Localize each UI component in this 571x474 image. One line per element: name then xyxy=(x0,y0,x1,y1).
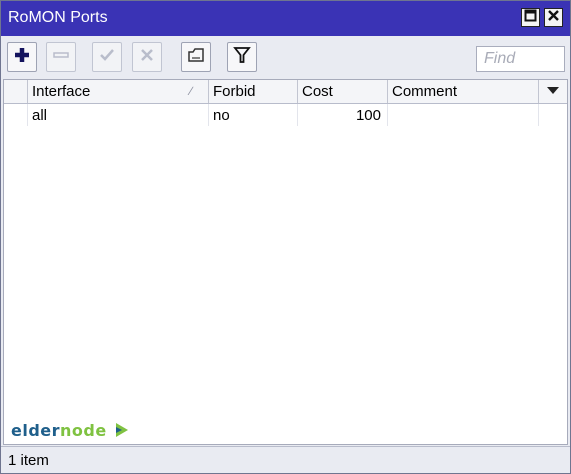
filter-button[interactable] xyxy=(227,42,257,72)
remove-button[interactable] xyxy=(46,42,76,72)
comment-button[interactable] xyxy=(181,42,211,72)
minus-icon xyxy=(52,46,70,68)
close-button[interactable] xyxy=(544,8,563,27)
enable-button[interactable] xyxy=(92,42,122,72)
maximize-icon xyxy=(524,9,537,26)
disable-button[interactable] xyxy=(132,42,162,72)
close-icon xyxy=(547,9,560,26)
ports-table[interactable]: Interface ∕ Forbid Cost Comment all no 1 xyxy=(3,79,568,445)
column-header-comment[interactable]: Comment xyxy=(388,80,539,103)
window-title: RoMON Ports xyxy=(8,9,108,26)
chevron-down-icon xyxy=(546,83,560,100)
add-button[interactable] xyxy=(7,42,37,72)
filter-icon xyxy=(233,46,251,68)
table-row[interactable]: all no 100 xyxy=(4,104,567,126)
column-header-forbid[interactable]: Forbid xyxy=(209,80,298,103)
toolbar xyxy=(1,36,570,78)
plus-icon xyxy=(13,46,31,68)
eldernode-watermark: eldernode xyxy=(11,421,129,442)
romon-ports-window: RoMON Ports Find Interface ∕ Forbid Cost… xyxy=(0,0,571,474)
maximize-button[interactable] xyxy=(521,8,540,27)
sort-indicator-icon: ∕ xyxy=(190,84,193,98)
play-logo-icon xyxy=(115,422,129,442)
column-header-cost[interactable]: Cost xyxy=(298,80,388,103)
item-count: 1 item xyxy=(8,452,49,469)
cell-cost: 100 xyxy=(298,104,388,126)
title-bar[interactable]: RoMON Ports xyxy=(1,1,570,36)
table-header: Interface ∕ Forbid Cost Comment xyxy=(4,80,567,104)
cell-interface: all xyxy=(28,104,209,126)
cell-comment xyxy=(388,104,539,126)
cross-icon xyxy=(138,46,156,68)
row-marker xyxy=(4,104,28,126)
columns-menu-button[interactable] xyxy=(539,80,567,103)
cell-forbid: no xyxy=(209,104,298,126)
comment-icon xyxy=(187,46,205,68)
column-header-interface[interactable]: Interface ∕ xyxy=(28,80,209,103)
check-icon xyxy=(98,46,116,68)
find-input[interactable] xyxy=(476,46,565,72)
row-marker-header xyxy=(4,80,28,103)
status-bar: 1 item xyxy=(1,446,570,473)
